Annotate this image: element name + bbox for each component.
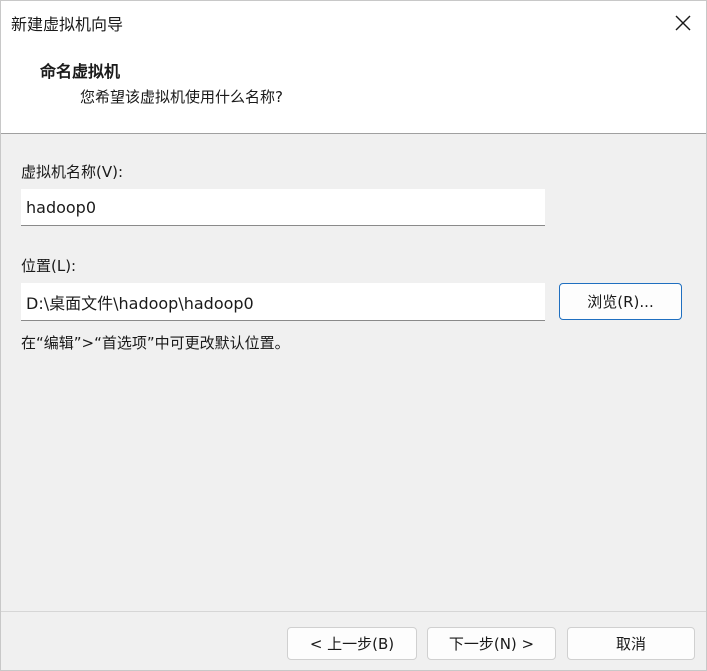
vm-name-input[interactable] bbox=[21, 189, 545, 226]
location-input[interactable] bbox=[21, 283, 545, 321]
vm-name-label: 虚拟机名称(V): bbox=[21, 163, 124, 181]
title-bar: 新建虚拟机向导 bbox=[1, 1, 706, 45]
wizard-header: 命名虚拟机 您希望该虚拟机使用什么名称? bbox=[1, 45, 706, 134]
cancel-button[interactable]: 取消 bbox=[567, 627, 695, 660]
wizard-window: 新建虚拟机向导 命名虚拟机 您希望该虚拟机使用什么名称? 虚拟机名称(V): 位… bbox=[0, 0, 707, 671]
location-hint: 在“编辑”>“首选项”中可更改默认位置。 bbox=[21, 334, 290, 352]
footer-divider bbox=[1, 611, 706, 612]
close-button[interactable] bbox=[660, 1, 706, 45]
window-title: 新建虚拟机向导 bbox=[11, 15, 124, 34]
close-icon bbox=[675, 15, 691, 31]
browse-button[interactable]: 浏览(R)... bbox=[559, 283, 682, 320]
page-title: 命名虚拟机 bbox=[40, 62, 121, 81]
location-label: 位置(L): bbox=[21, 257, 77, 275]
back-button[interactable]: < 上一步(B) bbox=[287, 627, 417, 660]
next-button[interactable]: 下一步(N) > bbox=[427, 627, 556, 660]
page-subtitle: 您希望该虚拟机使用什么名称? bbox=[80, 88, 283, 106]
